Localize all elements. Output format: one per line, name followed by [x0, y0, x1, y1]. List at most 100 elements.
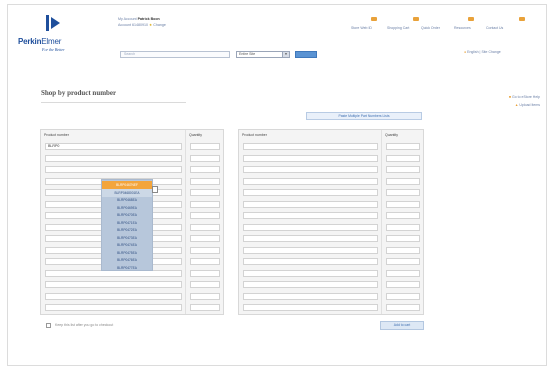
title-divider	[41, 102, 186, 103]
cart-icon	[413, 17, 419, 21]
product-number-input[interactable]	[243, 143, 378, 150]
quantity-input[interactable]	[190, 258, 220, 265]
store-icon	[371, 17, 377, 21]
quantity-input[interactable]	[190, 246, 220, 254]
help-link[interactable]: Go to eStore Help	[512, 95, 540, 99]
product-number-input[interactable]	[243, 235, 378, 242]
logo-mark-icon	[46, 15, 60, 31]
product-number-input[interactable]	[243, 223, 378, 231]
perkinelmer-logo[interactable]: PerkinElmer For the Better	[16, 15, 74, 55]
page-title: Shop by product number	[41, 89, 117, 97]
search-category-select[interactable]: Entire Site ▼	[236, 51, 290, 58]
product-number-input[interactable]	[45, 292, 182, 300]
upload-icon: ▲	[514, 103, 519, 107]
contact-icon	[519, 17, 525, 21]
quantity-input[interactable]	[386, 292, 420, 300]
account-number: 61480910	[132, 23, 148, 27]
product-number-input[interactable]	[45, 304, 182, 311]
util-link-cart[interactable]: Shopping Cart	[387, 26, 409, 30]
search-go-button[interactable]	[295, 51, 317, 58]
col-header-product-left: Product number	[44, 133, 69, 137]
autocomplete-option[interactable]: BLRP0477EA	[102, 264, 152, 272]
quantity-input[interactable]	[190, 166, 220, 173]
quantity-input[interactable]	[386, 166, 420, 173]
quantity-input[interactable]	[190, 177, 220, 185]
product-number-input[interactable]	[243, 304, 378, 311]
quantity-input[interactable]	[386, 235, 420, 242]
product-number-input[interactable]	[45, 281, 182, 288]
chevron-down-icon: ▼	[282, 52, 289, 57]
mouse-cursor-icon	[152, 186, 158, 193]
product-number-input[interactable]	[243, 292, 378, 300]
product-number-input[interactable]	[243, 269, 378, 277]
quantity-input[interactable]	[190, 154, 220, 162]
upload-link[interactable]: Upload Items	[519, 103, 540, 107]
quantity-input[interactable]	[386, 258, 420, 265]
quantity-input[interactable]	[386, 281, 420, 288]
product-number-input[interactable]	[45, 166, 182, 173]
quantity-input[interactable]	[386, 223, 420, 231]
product-number-input[interactable]	[243, 177, 378, 185]
star-icon: ★	[149, 23, 153, 27]
util-link-resources[interactable]: Resources	[454, 26, 471, 30]
keep-list-checkbox[interactable]	[46, 323, 51, 328]
quantity-input[interactable]	[386, 212, 420, 219]
col-header-product-right: Product number	[242, 133, 267, 137]
quantity-input[interactable]	[190, 269, 220, 277]
product-number-input[interactable]	[243, 189, 378, 196]
column-divider	[185, 130, 186, 314]
column-divider	[381, 130, 382, 314]
account-change-link[interactable]: Change	[153, 23, 166, 27]
quantity-input[interactable]	[190, 292, 220, 300]
add-to-cart-button[interactable]: Add to cart	[380, 321, 424, 330]
order-panel-right: Product number Quantity	[238, 129, 424, 315]
quantity-input[interactable]	[190, 223, 220, 231]
autocomplete-dropdown: BLRP0467NEF BLRP0468001EA BLRP0468EA BLRP04…	[101, 179, 153, 271]
quantity-input[interactable]	[386, 154, 420, 162]
col-header-quantity-left: Quantity	[189, 133, 203, 137]
quantity-input[interactable]	[190, 189, 220, 196]
quantity-input[interactable]	[386, 200, 420, 208]
browser-page: PerkinElmer For the Better My Account Pa…	[7, 4, 547, 366]
paste-multiple-button[interactable]: Paste Multiple Part Numbers Lists	[306, 112, 422, 120]
quantity-input[interactable]	[190, 200, 220, 208]
col-header-quantity-right: Quantity	[385, 133, 399, 137]
product-number-input[interactable]	[45, 154, 182, 162]
quantity-input[interactable]	[386, 143, 420, 150]
language-switch[interactable]: ● English | Site Change	[464, 50, 501, 54]
product-number-input[interactable]	[243, 246, 378, 254]
globe-icon: ●	[464, 50, 467, 54]
product-number-input[interactable]	[243, 166, 378, 173]
quantity-input[interactable]	[386, 189, 420, 196]
quantity-input[interactable]	[190, 304, 220, 311]
search-input[interactable]: Search	[120, 51, 230, 58]
quantity-input[interactable]	[386, 177, 420, 185]
quantity-input[interactable]	[386, 304, 420, 311]
quantity-input[interactable]	[190, 212, 220, 219]
product-number-input[interactable]	[243, 154, 378, 162]
quantity-input[interactable]	[386, 246, 420, 254]
quantity-input[interactable]	[190, 143, 220, 150]
product-number-value: BLRP0	[48, 144, 60, 148]
util-link-store[interactable]: Store Web ID	[351, 26, 372, 30]
utility-nav: Store Web ID Shopping Cart Quick Order R…	[351, 17, 541, 37]
product-number-input[interactable]	[243, 212, 378, 219]
logo-wordmark: PerkinElmer	[18, 37, 62, 46]
quantity-input[interactable]	[190, 235, 220, 242]
product-number-input[interactable]: BLRP0	[45, 143, 182, 150]
account-user-name: Patrick Boon	[137, 17, 160, 21]
util-link-contact[interactable]: Contact Us	[486, 26, 503, 30]
product-number-input[interactable]	[243, 200, 378, 208]
quantity-input[interactable]	[190, 281, 220, 288]
account-info: My Account Patrick Boon Account 61480910…	[118, 16, 166, 28]
util-link-quick-order[interactable]: Quick Order	[421, 26, 440, 30]
keep-list-label: Keep this list after you go to checkout	[55, 323, 114, 327]
account-label: My Account	[118, 17, 137, 21]
account-number-label: Account	[118, 23, 131, 27]
quantity-input[interactable]	[386, 269, 420, 277]
page-actions: ■ Go to eStore Help ▲ Upload Items	[380, 93, 540, 109]
product-number-input[interactable]	[243, 281, 378, 288]
product-number-input[interactable]	[243, 258, 378, 265]
quick-order-icon	[468, 17, 474, 21]
search-category-value: Entire Site	[239, 52, 256, 56]
